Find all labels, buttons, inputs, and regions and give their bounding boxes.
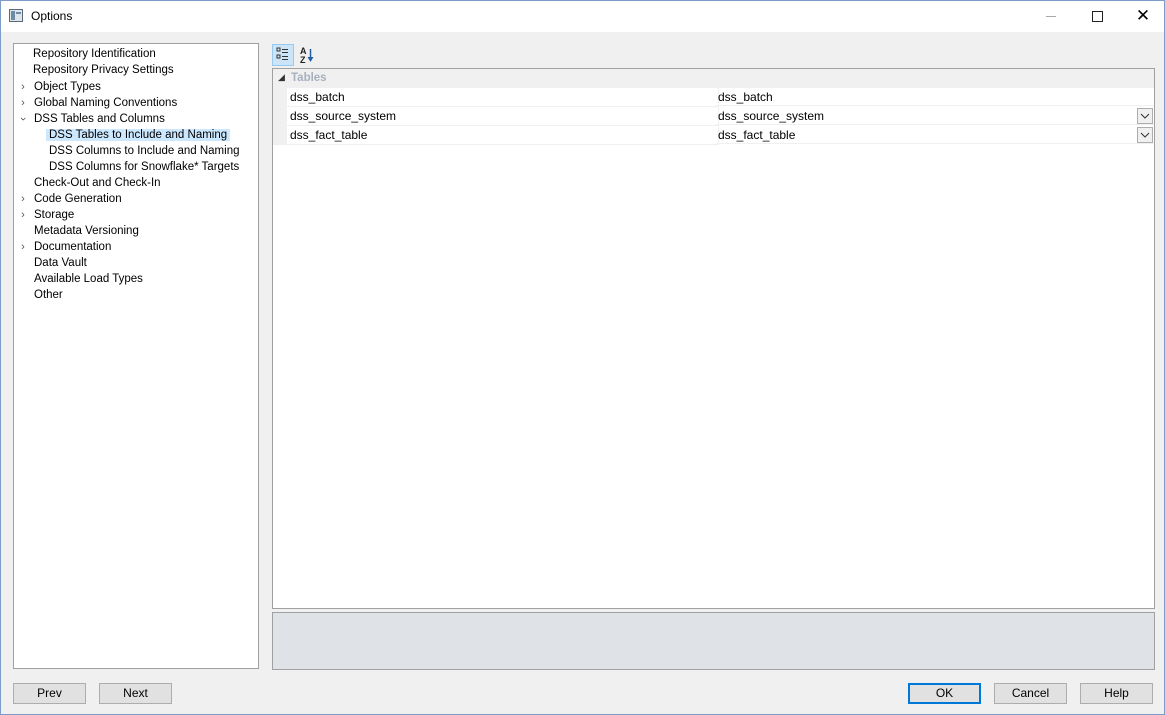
row-margin (273, 107, 287, 126)
property-name[interactable]: dss_batch (287, 88, 719, 107)
tree-item-label: Other (34, 289, 63, 301)
tree-item-label: Repository Identification (33, 48, 156, 60)
chevron-down-icon (1140, 113, 1150, 119)
tree-item-label: Repository Privacy Settings (33, 64, 174, 76)
tree-item-label: Data Vault (34, 257, 87, 269)
tree-item-label: DSS Columns for Snowflake* Targets (49, 161, 240, 173)
alphabetical-sort-button[interactable]: A Z (297, 44, 319, 66)
tree-item-label: Documentation (34, 241, 112, 253)
tree-item-dss-columns-snowflake[interactable]: DSS Columns for Snowflake* Targets (46, 159, 242, 175)
dropdown-button[interactable] (1137, 108, 1153, 124)
prev-button[interactable]: Prev (13, 683, 86, 704)
chevron-right-icon[interactable]: › (17, 95, 29, 111)
collapse-triangle-icon[interactable]: ◢ (278, 72, 285, 83)
row-margin (273, 126, 287, 145)
ok-button[interactable]: OK (908, 683, 981, 704)
chevron-right-icon[interactable]: › (17, 191, 29, 207)
tree-item-dss-tables-to-include[interactable]: DSS Tables to Include and Naming (46, 127, 231, 143)
tree-item-label: Object Types (34, 81, 101, 93)
category-label: Tables (291, 72, 327, 84)
categorized-view-button[interactable] (272, 44, 294, 66)
tree-item-code-generation[interactable]: › Code Generation (21, 191, 125, 207)
tree-item-label: Metadata Versioning (34, 225, 139, 237)
categorized-view-icon (276, 47, 288, 60)
tree-item-object-types[interactable]: › Object Types (21, 79, 104, 95)
description-panel (272, 612, 1155, 670)
property-value[interactable]: dss_source_system (716, 107, 1154, 125)
maximize-icon (1091, 11, 1103, 22)
tree-item-label: Global Naming Conventions (34, 97, 178, 109)
property-grid[interactable]: ◢ Tables dss_batch dss_batch dss_source_… (272, 68, 1155, 609)
minimize-button[interactable] (1028, 1, 1074, 32)
tree-item-label: Code Generation (34, 193, 122, 205)
tree-item-repository-privacy-settings[interactable]: Repository Privacy Settings (30, 62, 177, 78)
window-title: Options (31, 9, 73, 23)
options-tree[interactable]: Repository Identification Repository Pri… (13, 43, 259, 669)
tree-item-label: Available Load Types (34, 273, 143, 285)
tree-item-global-naming-conventions[interactable]: › Global Naming Conventions (21, 95, 180, 111)
tree-item-label: Check-Out and Check-In (34, 177, 161, 189)
maximize-button[interactable] (1074, 1, 1120, 32)
title-bar[interactable]: Options ✕ (1, 1, 1164, 32)
chevron-right-icon[interactable]: › (17, 239, 29, 255)
property-row[interactable]: dss_fact_table dss_fact_table (273, 126, 1154, 145)
property-row[interactable]: dss_source_system dss_source_system (273, 107, 1154, 126)
chevron-down-icon (1140, 132, 1150, 138)
svg-text:Z: Z (300, 55, 306, 65)
chevron-right-icon[interactable]: › (17, 207, 29, 223)
chevron-down-icon[interactable]: › (15, 113, 31, 125)
tree-item-check-out-check-in[interactable]: Check-Out and Check-In (31, 175, 164, 191)
category-header-tables[interactable]: ◢ Tables (273, 69, 1154, 88)
close-button[interactable]: ✕ (1120, 1, 1165, 32)
property-value-text: dss_source_system (718, 109, 825, 123)
minimize-icon (1046, 16, 1056, 17)
property-name[interactable]: dss_fact_table (287, 126, 719, 145)
tree-item-documentation[interactable]: › Documentation (21, 239, 114, 255)
tree-item-repository-identification[interactable]: Repository Identification (30, 46, 159, 62)
property-value-text: dss_fact_table (718, 128, 796, 142)
tree-item-data-vault[interactable]: Data Vault (31, 255, 90, 271)
help-button[interactable]: Help (1080, 683, 1153, 704)
property-value[interactable]: dss_fact_table (716, 126, 1154, 144)
property-name[interactable]: dss_source_system (287, 107, 719, 126)
close-icon: ✕ (1135, 6, 1151, 26)
tree-item-dss-columns-to-include[interactable]: DSS Columns to Include and Naming (46, 143, 243, 159)
tree-item-label: DSS Tables and Columns (34, 113, 165, 125)
property-value-text: dss_batch (718, 90, 773, 104)
tree-item-available-load-types[interactable]: Available Load Types (31, 271, 146, 287)
tree-item-metadata-versioning[interactable]: Metadata Versioning (31, 223, 142, 239)
tree-item-label: DSS Columns to Include and Naming (49, 145, 240, 157)
tree-item-label: DSS Tables to Include and Naming (46, 129, 231, 141)
options-window: Options ✕ Repository Identification Repo… (0, 0, 1165, 715)
tree-item-label: Storage (34, 209, 75, 221)
row-margin (273, 88, 287, 107)
cancel-button[interactable]: Cancel (994, 683, 1067, 704)
property-value[interactable]: dss_batch (716, 88, 1154, 106)
dropdown-button[interactable] (1137, 127, 1153, 143)
app-icon (9, 9, 23, 22)
tree-item-storage[interactable]: › Storage (21, 207, 77, 223)
tree-item-dss-tables-and-columns[interactable]: › DSS Tables and Columns (17, 111, 168, 127)
property-row[interactable]: dss_batch dss_batch (273, 88, 1154, 107)
sort-az-icon: A Z (300, 46, 314, 65)
next-button[interactable]: Next (99, 683, 172, 704)
chevron-right-icon[interactable]: › (17, 79, 29, 95)
tree-item-other[interactable]: Other (31, 287, 66, 303)
